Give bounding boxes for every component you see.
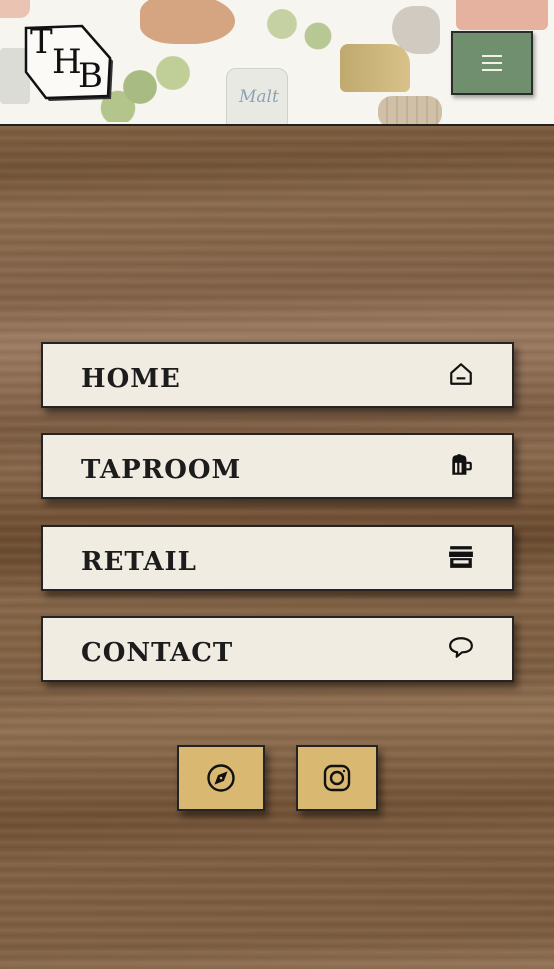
nav-item-home[interactable]: HOME (41, 342, 514, 408)
hamburger-icon (482, 54, 502, 72)
header-illustration (140, 0, 235, 44)
home-icon (448, 361, 474, 387)
nav-item-label: CONTACT (81, 638, 234, 668)
nav-item-label: RETAIL (81, 547, 197, 577)
speech-bubble-icon (448, 635, 474, 661)
site-logo[interactable]: T H B (22, 22, 114, 102)
logo-letter: B (78, 56, 103, 96)
header-illustration (255, 0, 345, 60)
malt-bag-illustration: Malt (226, 68, 288, 124)
nav-item-label: TAPROOM (81, 455, 242, 485)
header-illustration (0, 0, 30, 18)
header-illustration (378, 96, 442, 124)
nav-item-taproom[interactable]: TAPROOM (41, 433, 514, 499)
map-directions-button[interactable] (177, 745, 265, 811)
instagram-button[interactable] (296, 745, 378, 811)
instagram-icon (323, 764, 351, 792)
site-header: Malt T H B (0, 0, 554, 126)
nav-item-label: HOME (81, 364, 181, 394)
nav-item-contact[interactable]: CONTACT (41, 616, 514, 682)
header-illustration (340, 44, 410, 92)
nav-item-retail[interactable]: RETAIL (41, 525, 514, 591)
malt-bag-label: Malt (239, 87, 279, 107)
menu-toggle-button[interactable] (451, 31, 533, 95)
logo-letter: T (30, 22, 53, 62)
header-illustration (392, 6, 440, 54)
beer-mug-icon (448, 452, 474, 478)
storefront-icon (448, 544, 474, 570)
compass-icon (207, 764, 235, 792)
header-illustration (456, 0, 548, 30)
